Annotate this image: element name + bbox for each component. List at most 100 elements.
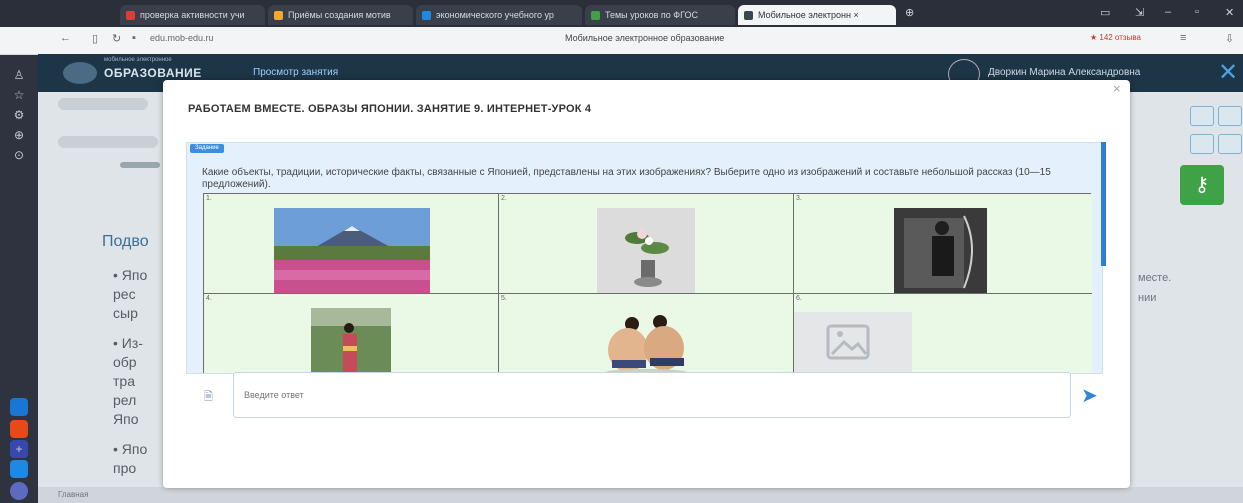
address-bar: ← ▯ ↻ ▪ edu.mob-edu.ru Мобильное электро… (0, 27, 1243, 55)
compass-icon[interactable]: ⊕ (10, 126, 28, 144)
settings-icon[interactable]: ⚙ (10, 106, 28, 124)
tab-label: Мобильное электронн × (758, 10, 859, 20)
tab-label: Приёмы создания мотив (288, 10, 391, 20)
menu-icon[interactable]: ≡ (1180, 32, 1186, 44)
tab-favicon-icon (744, 11, 753, 20)
bullet-text: обр (113, 354, 137, 370)
image-cell[interactable]: 3. (794, 194, 1092, 294)
progress-indicator (120, 162, 160, 168)
logo-text: ОБРАЗОВАНИЕ (104, 66, 202, 80)
tab-favicon-icon (422, 11, 431, 20)
image-grid: 1. 2. 3. 4. 5. 6. (203, 193, 1092, 373)
tool-button[interactable] (1190, 106, 1214, 126)
bullet-text: рел (113, 392, 137, 408)
bullet-text: рес (113, 286, 136, 302)
cell-number: 3. (796, 195, 802, 202)
woman-in-kimono-photo (311, 308, 391, 373)
bullet-text: тра (113, 373, 135, 389)
bullet-text: про (113, 460, 137, 476)
os-sidebar: ◷ ♙ ☆ ⚙ ⊕ ⊙ + (0, 0, 38, 503)
close-icon[interactable]: × (1113, 81, 1121, 96)
messenger-icon[interactable] (10, 460, 28, 478)
image-cell[interactable]: 4. (204, 294, 499, 373)
reload-icon[interactable]: ↻ (112, 32, 121, 45)
browser-tab[interactable]: Темы уроков по ФГОС (585, 5, 735, 25)
task-badge: Задание (190, 144, 224, 153)
tool-button[interactable] (1218, 106, 1242, 126)
download-bar-icon[interactable]: ⇩ (1225, 32, 1234, 45)
plus-icon[interactable]: + (10, 440, 28, 458)
cell-number: 2. (501, 195, 507, 202)
maximize-icon[interactable]: ▫ (1195, 6, 1199, 18)
bullet-text: Япо (113, 411, 139, 427)
image-cell[interactable]: 2. (499, 194, 794, 294)
cell-number: 1. (206, 195, 212, 202)
status-bar: Главная (38, 487, 1243, 503)
bullet-text: • Япо (113, 441, 148, 457)
profile-icon[interactable] (10, 482, 28, 500)
image-cell[interactable]: 1. (204, 194, 499, 294)
download-icon[interactable]: ⊙ (10, 146, 28, 164)
user-name[interactable]: Дворкин Марина Александровна (988, 67, 1140, 78)
side-text: месте. (1138, 272, 1172, 284)
bullet-text: • Япо (113, 267, 148, 283)
sumo-wrestlers-photo (606, 315, 686, 373)
logo-subtitle: мобильное электронное (104, 57, 172, 63)
new-tab-icon[interactable]: ⊕ (905, 6, 914, 19)
breadcrumb[interactable] (58, 136, 158, 148)
breadcrumb[interactable] (58, 98, 148, 110)
taskbar-app-icon[interactable] (10, 398, 28, 416)
tool-button[interactable] (1190, 134, 1214, 154)
browser-tab-active[interactable]: Мобильное электронн × (738, 5, 896, 25)
answer-input[interactable] (233, 372, 1071, 418)
user-icon[interactable]: ♙ (10, 66, 28, 84)
fuji-landscape-photo (274, 208, 430, 293)
tab-label: проверка активности учи (140, 10, 245, 20)
bullet-text: сыр (113, 305, 138, 321)
tab-favicon-icon (591, 11, 600, 20)
tool-button[interactable] (1218, 134, 1242, 154)
tab-label: Темы уроков по ФГОС (605, 10, 698, 20)
cell-number: 4. (206, 295, 212, 302)
bullet-text: • Из- (113, 335, 143, 351)
rating-badge[interactable]: ★ 142 отзыва (1090, 33, 1141, 42)
image-placeholder-icon (794, 312, 912, 373)
pin-icon[interactable]: ⇲ (1135, 6, 1144, 19)
back-icon[interactable]: ← (60, 32, 71, 44)
attach-icon[interactable]: 🗎 (204, 388, 213, 407)
image-cell[interactable]: 5. (499, 294, 794, 373)
tab-favicon-icon (126, 11, 135, 20)
section-heading: Подво (102, 233, 149, 250)
task-scrollbar[interactable] (1101, 142, 1106, 266)
task-text: Какие объекты, традиции, исторические фа… (202, 167, 1051, 190)
status-text: Главная (58, 490, 89, 499)
answer-row: 🗎 ➤ (186, 372, 1101, 420)
tab-label: экономического учебного ур (436, 10, 554, 20)
task-panel: Задание Какие объекты, традиции, историч… (186, 142, 1103, 374)
url-field[interactable]: edu.mob-edu.ru (150, 33, 214, 43)
collections-icon[interactable]: ▭ (1100, 6, 1110, 19)
browser-tab[interactable]: Приёмы создания мотив (268, 5, 413, 25)
modal-title: РАБОТАЕМ ВМЕСТЕ. ОБРАЗЫ ЯПОНИИ. ЗАНЯТИЕ … (188, 103, 592, 115)
logo-icon (63, 62, 97, 84)
key-icon[interactable]: ⚷ (1180, 165, 1224, 205)
star-icon[interactable]: ☆ (10, 86, 28, 104)
side-text: нии (1138, 292, 1157, 304)
close-icon[interactable]: ✕ (1218, 58, 1238, 87)
ikebana-photo (597, 208, 695, 293)
minimize-icon[interactable]: – (1165, 6, 1171, 18)
close-window-icon[interactable]: ✕ (1225, 6, 1234, 19)
tab-favicon-icon (274, 11, 283, 20)
cell-number: 6. (796, 295, 802, 302)
page-title-bar: Мобильное электронное образование (565, 33, 725, 43)
header-link[interactable]: Просмотр занятия (253, 67, 338, 78)
browser-tab[interactable]: проверка активности учи (120, 5, 265, 25)
samurai-archer-photo (894, 208, 987, 293)
bookmark-icon[interactable]: ▯ (92, 32, 98, 45)
lesson-modal: × РАБОТАЕМ ВМЕСТЕ. ОБРАЗЫ ЯПОНИИ. ЗАНЯТИ… (163, 80, 1130, 488)
cell-number: 5. (501, 295, 507, 302)
mail-icon[interactable] (10, 420, 28, 438)
browser-tab[interactable]: экономического учебного ур (416, 5, 582, 25)
image-cell[interactable]: 6. (794, 294, 1092, 373)
send-icon[interactable]: ➤ (1081, 383, 1098, 408)
